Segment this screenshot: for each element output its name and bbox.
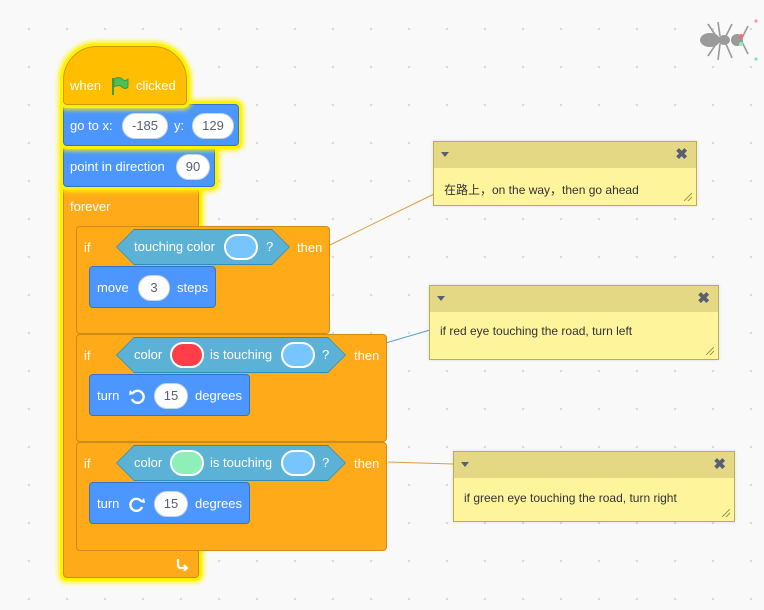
close-icon[interactable]: ✖ bbox=[713, 457, 726, 473]
comment-note-1[interactable]: ✖ 在路上，on the way，then go ahead bbox=[433, 141, 697, 206]
color-swatch-blue[interactable] bbox=[281, 450, 315, 476]
color-is-touching-condition-red[interactable]: color is touching ? bbox=[116, 337, 346, 373]
then-label: then bbox=[354, 348, 380, 363]
point-in-direction-block[interactable]: point in direction 90 bbox=[63, 145, 215, 187]
degrees-label: degrees bbox=[195, 388, 242, 403]
then-label: then bbox=[297, 240, 323, 255]
steps-label: steps bbox=[177, 280, 209, 295]
comment-text[interactable]: if red eye touching the road, turn left bbox=[440, 324, 632, 338]
comment-note-3[interactable]: ✖ if green eye touching the road, turn r… bbox=[453, 451, 735, 522]
color-label: color bbox=[134, 455, 163, 470]
touching-color-condition[interactable]: touching color ? bbox=[116, 229, 290, 265]
turn-left-block[interactable]: turn 15 degrees bbox=[89, 374, 250, 416]
green-flag-icon bbox=[112, 77, 129, 95]
color-swatch-green[interactable] bbox=[170, 450, 204, 476]
collapse-icon[interactable] bbox=[461, 462, 469, 467]
resize-handle[interactable] bbox=[684, 193, 692, 201]
color-swatch-blue[interactable] bbox=[224, 234, 258, 260]
rotate-right-icon bbox=[129, 497, 145, 512]
is-touching-label: is touching bbox=[210, 455, 273, 470]
turn-label: turn bbox=[97, 496, 120, 511]
connector-line-1 bbox=[329, 193, 435, 246]
y-label: y: bbox=[174, 118, 185, 133]
move-label: move bbox=[97, 280, 129, 295]
x-input[interactable]: -185 bbox=[122, 113, 168, 139]
move-steps-block[interactable]: move 3 steps bbox=[89, 266, 216, 308]
comment-header[interactable] bbox=[434, 142, 696, 168]
color-label: color bbox=[134, 347, 163, 362]
degrees-label: degrees bbox=[195, 496, 242, 511]
clicked-label: clicked bbox=[136, 78, 176, 93]
degrees-input[interactable]: 15 bbox=[154, 491, 188, 517]
steps-input[interactable]: 3 bbox=[138, 275, 170, 301]
comment-text[interactable]: 在路上，on the way，then go ahead bbox=[444, 181, 639, 198]
is-touching-label: is touching bbox=[210, 347, 273, 362]
close-icon[interactable]: ✖ bbox=[697, 291, 710, 307]
question-mark: ? bbox=[322, 455, 330, 470]
loop-arrow-icon bbox=[176, 559, 189, 571]
close-icon[interactable]: ✖ bbox=[675, 147, 688, 163]
ant-icon[interactable] bbox=[696, 14, 758, 66]
when-label: when bbox=[70, 78, 102, 93]
color-swatch-blue[interactable] bbox=[281, 342, 315, 368]
if-label: if bbox=[84, 348, 91, 363]
question-mark: ? bbox=[322, 347, 330, 362]
if-label: if bbox=[84, 240, 91, 255]
collapse-icon[interactable] bbox=[441, 152, 449, 157]
direction-input[interactable]: 90 bbox=[176, 154, 210, 180]
rotate-left-icon bbox=[129, 389, 145, 404]
when-flag-clicked-block[interactable]: when clicked bbox=[63, 46, 187, 105]
touching-color-label: touching color bbox=[134, 239, 215, 254]
if-label: if bbox=[84, 456, 91, 471]
resize-handle[interactable] bbox=[706, 347, 714, 355]
turn-right-block[interactable]: turn 15 degrees bbox=[89, 482, 250, 524]
color-swatch-red[interactable] bbox=[170, 342, 204, 368]
comment-text[interactable]: if green eye touching the road, turn rig… bbox=[464, 491, 677, 505]
color-is-touching-condition-green[interactable]: color is touching ? bbox=[116, 445, 346, 481]
resize-handle[interactable] bbox=[722, 509, 730, 517]
question-mark: ? bbox=[266, 239, 274, 254]
forever-label: forever bbox=[70, 199, 111, 214]
comment-header[interactable] bbox=[430, 286, 718, 312]
turn-label: turn bbox=[97, 388, 120, 403]
comment-header[interactable] bbox=[454, 452, 734, 478]
point-label: point in direction bbox=[70, 159, 165, 174]
comment-note-2[interactable]: ✖ if red eye touching the road, turn lef… bbox=[429, 285, 719, 360]
go-to-xy-block[interactable]: go to x: -185 y: 129 bbox=[63, 104, 239, 146]
goto-label: go to x: bbox=[70, 118, 113, 133]
collapse-icon[interactable] bbox=[437, 296, 445, 301]
y-input[interactable]: 129 bbox=[192, 113, 234, 139]
connector-line-3 bbox=[387, 461, 454, 465]
degrees-input[interactable]: 15 bbox=[154, 383, 188, 409]
then-label: then bbox=[354, 456, 380, 471]
